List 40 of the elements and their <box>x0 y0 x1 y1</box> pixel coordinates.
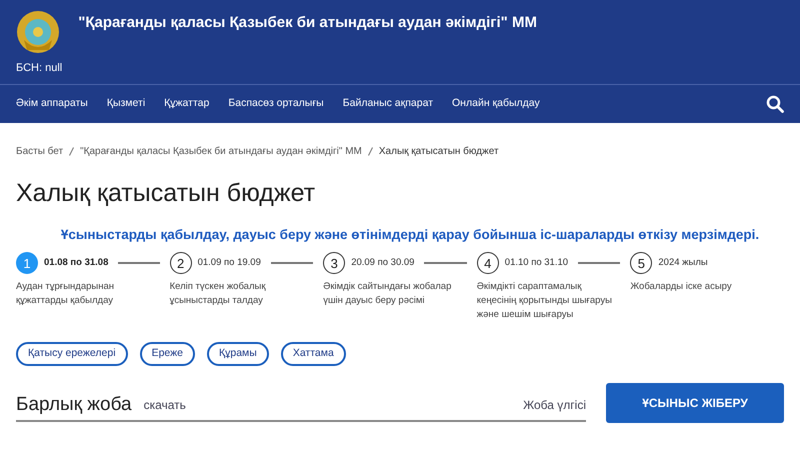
document-link[interactable]: Құрамы <box>207 342 269 366</box>
section-title: Барлық жоба <box>16 394 132 416</box>
step-number: 5 <box>630 252 652 274</box>
step-description: Келіп түскен жобалық ұсыныстарды талдау <box>170 280 267 308</box>
step-description: Жобаларды іске асыру <box>630 280 733 294</box>
document-link[interactable]: Қатысу ережелері <box>16 342 128 366</box>
step-description: Әкімдікті сараптамалық кеңесінің қорытынды шығаруы және шешім шығаруы <box>476 280 613 322</box>
separator-icon <box>368 147 373 156</box>
step-number: 3 <box>323 252 346 274</box>
nav-link[interactable]: Баспасөз орталығы <box>228 96 324 112</box>
nav-link[interactable]: Онлайн қабылдау <box>452 96 540 112</box>
nav-link[interactable]: Қызметі <box>106 96 146 112</box>
document-link[interactable]: Ереже <box>140 342 195 366</box>
step-date: 01.10 по 31.10 <box>504 256 568 270</box>
bin-text: БСН: null <box>16 61 62 76</box>
step-number: 1 <box>16 252 38 274</box>
separator-icon <box>69 147 74 156</box>
step-date: 01.08 по 31.08 <box>44 256 108 270</box>
template-link[interactable]: Жоба үлгісі <box>523 396 586 414</box>
breadcrumb-current: Халық қатысатын бюджет <box>378 145 499 159</box>
organization-name: "Қарағанды қаласы Қазыбек би атындағы аудан әкімдігі" ММ <box>78 13 538 33</box>
submit-button[interactable]: ҰСЫНЫС ЖІБЕРУ <box>606 383 784 424</box>
timeline-heading: Ұсыныстарды қабылдау, дауыс беру және өтінімдерді қарау бойынша іс-шараларды өткізу мерзімдері. <box>60 226 760 244</box>
breadcrumb-link[interactable]: Басты бет <box>16 144 64 159</box>
step-date: 20.09 по 30.09 <box>351 256 414 270</box>
nav-link[interactable]: Құжаттар <box>164 96 210 112</box>
step-date: 01.09 по 19.09 <box>198 256 261 270</box>
step-number: 4 <box>476 252 499 274</box>
search-icon[interactable] <box>766 95 784 113</box>
document-link[interactable]: Хаттама <box>280 342 346 366</box>
page-title: Халық қатысатын бюджет <box>16 178 316 208</box>
emblem-icon <box>16 10 60 54</box>
step-description: Әкімдік сайтындағы жобалар үшін дауыс беру рәсімі <box>323 280 452 308</box>
breadcrumb-link[interactable]: "Қарағанды қаласы Қазыбек би атындағы аудан әкімдігі" ММ <box>80 144 362 159</box>
nav-link[interactable]: Әкім аппараты <box>16 96 88 112</box>
step-number: 2 <box>170 252 192 274</box>
nav-link[interactable]: Байланыс ақпарат <box>342 96 434 112</box>
step-date: 2024 жылы <box>658 256 708 270</box>
download-link[interactable]: скачать <box>144 396 186 414</box>
step-description: Аудан тұрғындарынан құжаттарды қабылдау <box>16 280 116 308</box>
